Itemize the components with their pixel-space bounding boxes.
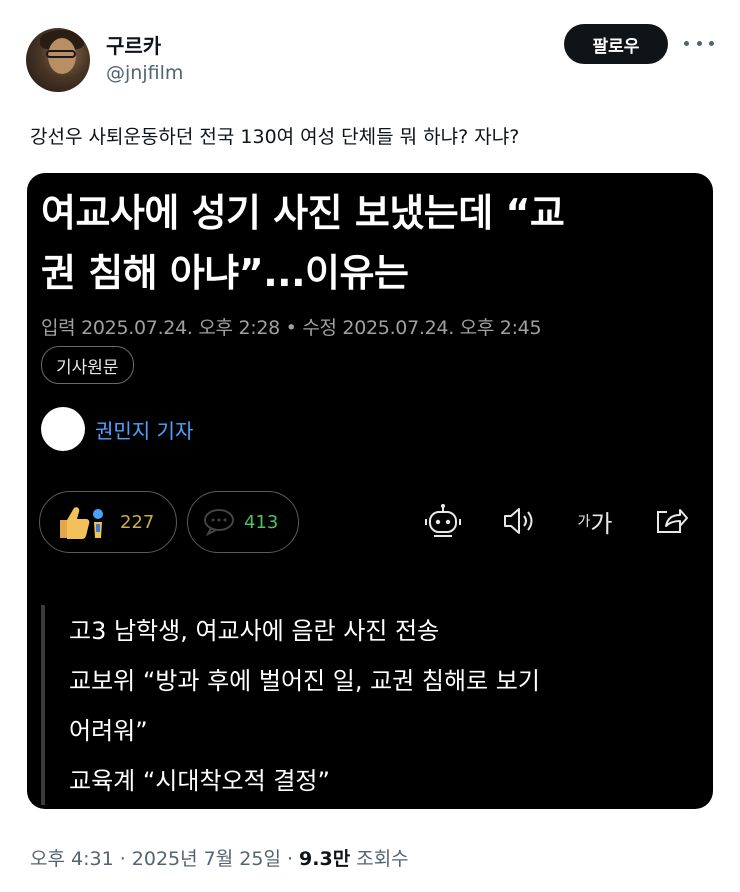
reaction-pill: 227 xyxy=(39,491,177,553)
share-icon xyxy=(651,503,691,539)
comment-pill: 413 xyxy=(187,491,299,553)
summary-line: 고3 남학생, 여교사에 음란 사진 전송 xyxy=(69,617,440,645)
attached-image[interactable]: 여교사에 성기 사진 보냈는데 “교 권 침해 아냐”...이유는 입력 202… xyxy=(27,173,713,809)
user-handle[interactable]: @jnjfilm xyxy=(106,62,183,84)
follow-button[interactable]: 팔로우 xyxy=(564,24,668,64)
tweet-text: 강선우 사퇴운동하던 전국 130여 여성 단체들 뭐 하냐? 자냐? xyxy=(30,126,520,148)
font-size-icon: 가가 xyxy=(577,509,613,538)
comment-icon xyxy=(204,509,234,537)
article-headline: 여교사에 성기 사진 보냈는데 “교 권 침해 아냐”...이유는 xyxy=(41,191,565,295)
summary-line: 교보위 “방과 후에 벌어진 일, 교권 침해로 보기 xyxy=(69,667,540,695)
more-options-icon[interactable] xyxy=(684,36,714,50)
comment-count: 413 xyxy=(244,511,279,533)
like-count: 227 xyxy=(120,511,155,533)
speaker-icon xyxy=(497,503,541,539)
summary-line: 어려워” xyxy=(69,717,148,745)
tweet-footer: 오후 4:31 · 2025년 7월 25일 · 9.3만 조회수 xyxy=(30,844,409,871)
display-name[interactable]: 구르카 xyxy=(106,30,161,59)
robot-icon xyxy=(421,503,465,539)
reporter-avatar xyxy=(41,407,85,451)
thumbs-up-icon xyxy=(60,507,103,539)
source-badge: 기사원문 xyxy=(41,346,134,384)
article-summary: 고3 남학생, 여교사에 음란 사진 전송 교보위 “방과 후에 벌어진 일, … xyxy=(41,605,705,805)
timestamp[interactable]: 오후 4:31 · 2025년 7월 25일 · xyxy=(30,848,299,870)
view-count: 9.3만 xyxy=(299,848,351,870)
article-meta: 입력 2025.07.24. 오후 2:28 • 수정 2025.07.24. … xyxy=(41,317,542,339)
avatar[interactable] xyxy=(26,28,90,92)
summary-line: 교육계 “시대착오적 결정” xyxy=(69,767,330,795)
reporter-name: 권민지 기자 xyxy=(95,419,194,443)
views-label: 조회수 xyxy=(350,848,409,870)
